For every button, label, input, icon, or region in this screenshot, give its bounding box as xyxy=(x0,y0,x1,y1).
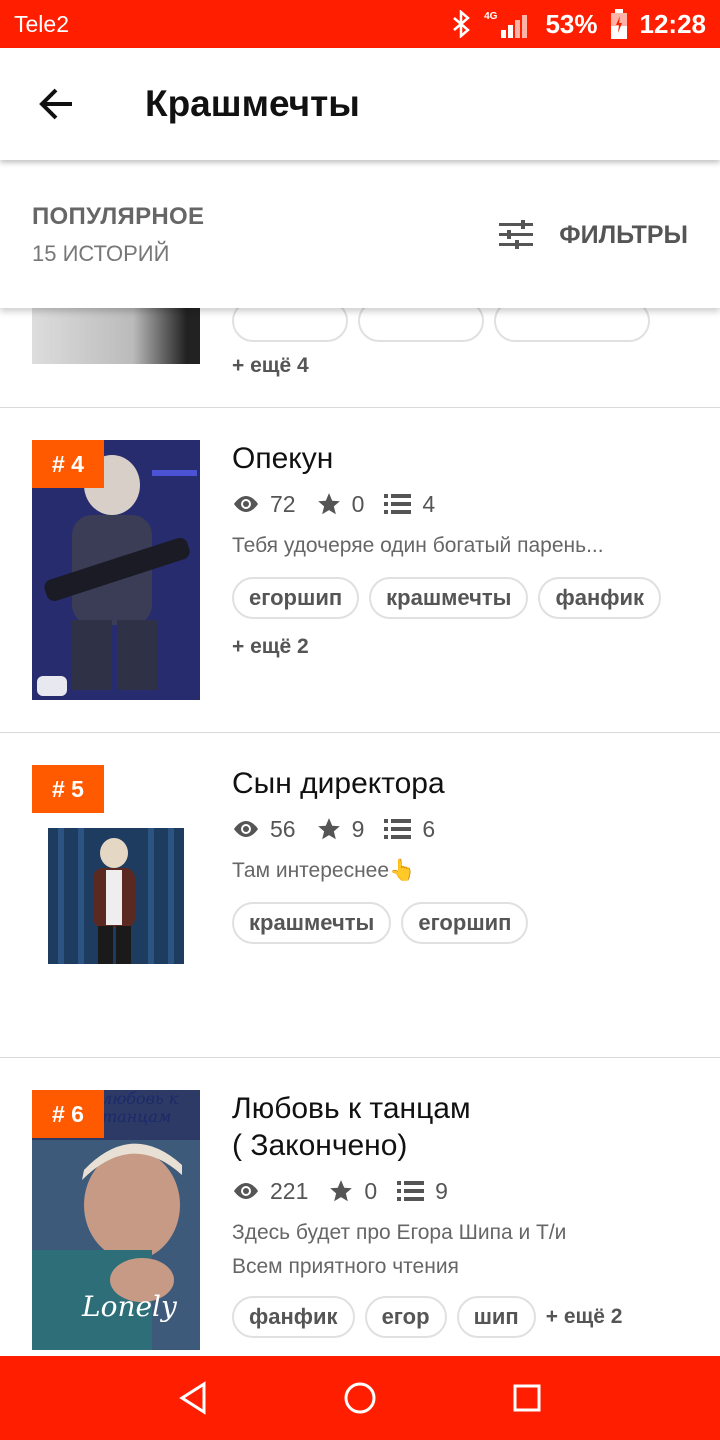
recents-square-icon xyxy=(513,1384,541,1412)
eye-icon xyxy=(234,1183,258,1199)
star-icon xyxy=(330,1180,353,1202)
clock: 12:28 xyxy=(639,8,707,39)
tag-chip[interactable]: фанфик xyxy=(538,577,662,619)
nav-back-button[interactable] xyxy=(163,1368,223,1428)
tag-chip[interactable]: егор xyxy=(364,1296,447,1338)
tag-chip[interactable]: крашмечты xyxy=(232,902,392,944)
story-tags: егоршип крашмечты фанфик xyxy=(232,577,690,619)
story-item[interactable]: # 6 любовь к танцам Lonely Любовь к танц… xyxy=(0,1058,720,1356)
carrier-label: Tele2 xyxy=(14,10,69,37)
nav-recents-button[interactable] xyxy=(497,1368,557,1428)
story-title[interactable]: Сын директора xyxy=(232,765,690,802)
network-type-label: 4G xyxy=(484,10,498,22)
more-tags-label[interactable]: + ещё 2 xyxy=(546,1305,623,1329)
story-stats: 56 9 6 xyxy=(232,814,690,844)
signal-icon xyxy=(501,15,528,38)
filters-button[interactable]: ФИЛЬТРЫ xyxy=(499,220,720,250)
sort-bar: ПОПУЛЯРНОЕ 15 ИСТОРИЙ ФИЛЬТРЫ xyxy=(0,162,720,308)
tag-chip[interactable]: егоршип xyxy=(232,577,360,619)
back-triangle-icon xyxy=(179,1381,206,1415)
eye-icon xyxy=(234,496,258,512)
story-tags: фанфик егор шип + ещё 2 xyxy=(232,1296,690,1338)
sort-title: ПОПУЛЯРНОЕ xyxy=(32,203,205,230)
story-stats: 72 0 4 xyxy=(232,489,690,519)
arrow-left-icon xyxy=(39,88,72,120)
filters-label: ФИЛЬТРЫ xyxy=(559,220,688,249)
story-cover-partial xyxy=(32,300,200,364)
story-title-line2: ( Закончено) xyxy=(232,1129,408,1162)
list-icon xyxy=(384,819,412,839)
cover-text-top: любовь к танцам xyxy=(102,1090,179,1126)
rank-badge: # 6 xyxy=(32,1090,104,1138)
nav-home-button[interactable] xyxy=(330,1368,390,1428)
battery-icon xyxy=(610,9,627,39)
status-bar: Tele2 4G 53% 12:28 xyxy=(0,0,720,48)
rank-badge: # 4 xyxy=(32,440,104,488)
list-icon xyxy=(384,494,412,514)
more-tags-label[interactable]: + ещё 2 xyxy=(232,635,690,659)
stars-count: 0 xyxy=(351,490,365,517)
battery-percent: 53% xyxy=(545,8,598,39)
story-stats: 221 0 9 xyxy=(232,1176,690,1206)
page-title: Крашмечты xyxy=(145,83,360,124)
rank-badge: # 5 xyxy=(32,765,104,813)
bluetooth-icon xyxy=(453,10,471,38)
story-description-line1: Здесь будет про Егора Шипа и Т/и xyxy=(232,1221,567,1244)
views-count: 221 xyxy=(270,1177,309,1204)
story-count: 15 ИСТОРИЙ xyxy=(32,241,170,266)
system-nav-bar xyxy=(0,1356,720,1440)
star-icon xyxy=(317,493,340,515)
stars-count: 0 xyxy=(364,1177,378,1204)
story-item[interactable]: # 4 Опекун 72 0 4 Тебя удочеряе один бог… xyxy=(0,408,720,733)
sort-selector[interactable]: ПОПУЛЯРНОЕ 15 ИСТОРИЙ xyxy=(32,203,204,267)
tag-chip[interactable]: егоршип xyxy=(401,902,529,944)
parts-count: 6 xyxy=(422,815,436,842)
story-title-line1: Любовь к танцам xyxy=(232,1092,471,1125)
story-description: Здесь будет про Егора Шипа и Т/и Всем пр… xyxy=(232,1216,690,1284)
eye-icon xyxy=(234,821,258,837)
parts-count: 9 xyxy=(435,1177,448,1204)
home-circle-icon xyxy=(344,1382,376,1414)
back-button[interactable] xyxy=(0,48,112,160)
list-icon xyxy=(397,1181,425,1201)
tag-chip[interactable]: крашмечты xyxy=(369,577,529,619)
views-count: 72 xyxy=(270,490,296,517)
more-tags-label[interactable]: + ещё 4 xyxy=(232,354,690,378)
story-tags: крашмечты егоршип xyxy=(232,902,690,944)
story-title[interactable]: Опекун xyxy=(232,440,690,477)
app-bar: Крашмечты xyxy=(0,48,720,160)
stars-count: 9 xyxy=(351,815,365,842)
cover-illustration xyxy=(48,828,184,964)
story-description: Там интереснее👆 xyxy=(232,859,416,882)
story-description-line2: Всем приятного чтения xyxy=(232,1255,459,1278)
parts-count: 4 xyxy=(422,490,436,517)
tag-chip[interactable]: шип xyxy=(456,1296,536,1338)
story-item[interactable]: # 5 Сын директора 56 9 6 Там интереснее👆… xyxy=(0,733,720,1058)
views-count: 56 xyxy=(270,815,296,842)
cover-text-bottom: Lonely xyxy=(82,1290,177,1323)
star-icon xyxy=(317,818,340,840)
story-title[interactable]: Любовь к танцам ( Закончено) xyxy=(232,1090,690,1164)
tag-chip[interactable]: фанфик xyxy=(232,1296,355,1338)
story-cover xyxy=(48,828,184,964)
story-description: Тебя удочеряе один богатый парень... xyxy=(232,534,604,557)
sliders-icon xyxy=(499,220,534,249)
